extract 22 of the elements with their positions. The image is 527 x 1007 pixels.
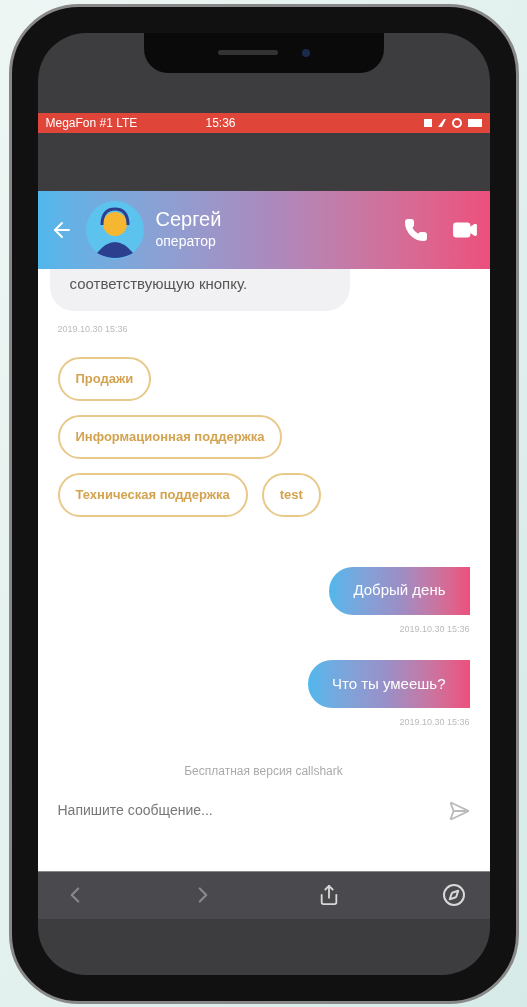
contact-role: оператор	[155, 232, 217, 251]
quick-reply-button[interactable]: Информационная поддержка	[57, 414, 283, 459]
operator-avatar	[85, 200, 144, 259]
call-button[interactable]	[403, 217, 428, 242]
message-time: 2019.10.30 15:36	[57, 323, 129, 336]
outgoing-message: Добрый день	[329, 566, 470, 615]
quick-reply-button[interactable]: Продажи	[57, 356, 152, 401]
battery-icon	[467, 118, 482, 127]
quick-reply-button[interactable]: Техническая поддержка	[57, 472, 248, 517]
send-button[interactable]	[447, 799, 470, 822]
message-time: 2019.10.30 15:36	[399, 716, 470, 729]
outgoing-message: Что ты умеешь?	[307, 660, 470, 708]
message-time: 2019.10.30 15:36	[399, 622, 470, 636]
time-label: 15:36	[205, 114, 237, 132]
carrier-label: MegaFon #1 LTE	[45, 114, 139, 132]
speaker-slot	[217, 50, 278, 55]
compass-icon[interactable]	[441, 883, 466, 907]
free-version-notice: Бесплатная версия callshark	[184, 762, 343, 780]
quick-reply-button[interactable]: test	[261, 472, 321, 517]
incoming-message: соответствующую кнопку.	[49, 268, 350, 311]
contact-name: Сергей	[155, 207, 222, 231]
message-input[interactable]: Напишите сообщение...	[57, 800, 448, 821]
